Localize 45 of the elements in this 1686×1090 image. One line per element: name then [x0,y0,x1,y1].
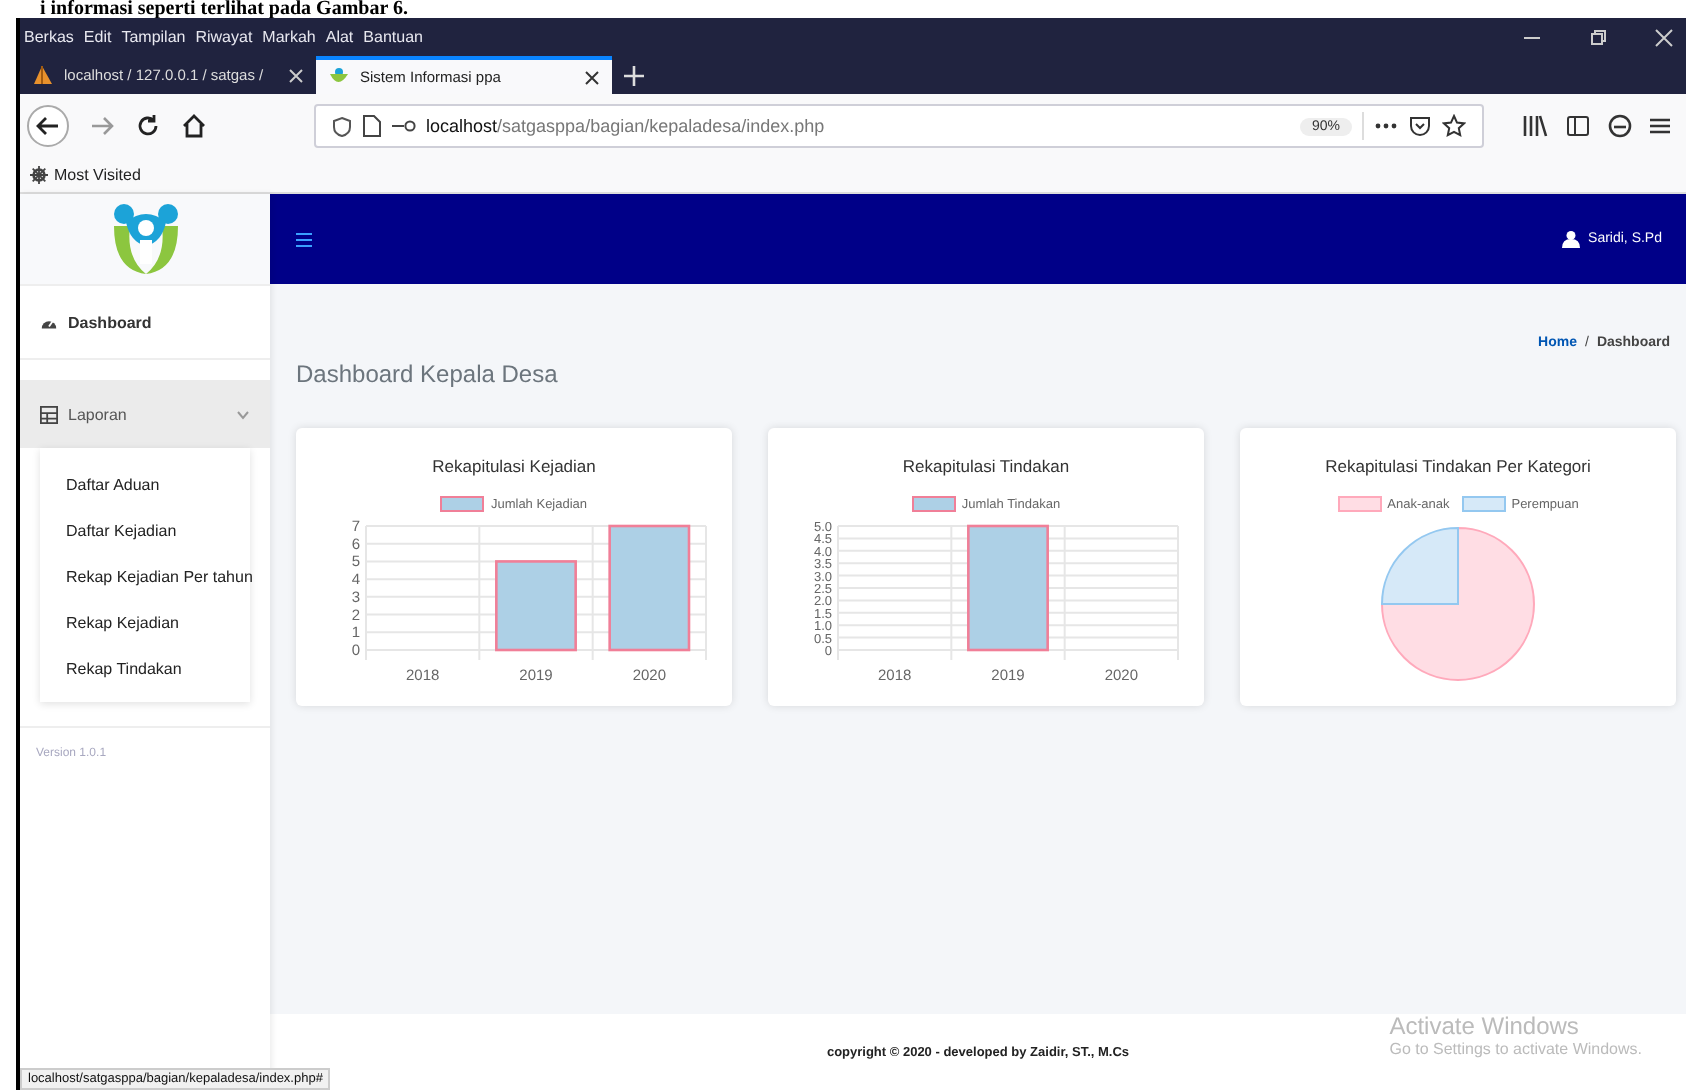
menu-item[interactable]: Berkas [24,28,74,46]
more-icon[interactable] [1374,122,1398,130]
submenu-item[interactable]: Rekap Tindakan [40,646,250,692]
page-icon[interactable] [362,114,382,138]
caption-text: i informasi seperti terlihat pada Gambar 6. [38,0,410,18]
star-icon[interactable] [1442,114,1466,138]
user-icon [1562,230,1581,248]
sail-icon [32,64,54,86]
new-tab-icon[interactable] [624,65,644,85]
site-logo-icon [328,66,350,88]
page-title: Dashboard Kepala Desa [296,360,558,388]
menu-item[interactable]: Edit [83,28,112,46]
home-icon[interactable] [180,112,208,140]
close-icon[interactable] [584,69,600,85]
sidebar-group[interactable]: Laporan [20,380,270,448]
menu-item[interactable]: Riwayat [195,28,253,46]
menu-item[interactable]: Bantuan [363,28,423,46]
activation-text: Go to Settings to activate Windows. [1389,1040,1642,1058]
pocket-icon[interactable] [1408,114,1432,138]
submenu-item[interactable]: Rekap Kejadian [40,600,250,646]
menu-item[interactable]: Tampilan [121,28,186,46]
gear-icon [30,166,48,184]
bookmark-item[interactable]: Most Visited [30,166,141,184]
reload-icon[interactable] [134,112,162,140]
menu-icon[interactable] [1650,116,1670,136]
submenu-item[interactable]: Rekap Kejadian Per tahun [40,554,250,600]
back-icon[interactable] [26,104,70,148]
menu-item[interactable]: Alat [325,28,354,46]
sidebar-icon[interactable] [1566,114,1590,138]
menu-icon[interactable] [296,231,312,247]
activation-title: Activate Windows [1389,1012,1581,1040]
key-icon[interactable] [392,118,416,134]
submenu-item[interactable]: Daftar Aduan [40,462,250,508]
card-title: Rekapitulasi Kejadian [432,456,596,476]
shield-icon[interactable] [332,115,352,137]
library-icon[interactable] [1522,114,1548,138]
account-icon[interactable] [1608,114,1632,138]
menu-item[interactable]: Markah [262,28,316,46]
card-title: Rekapitulasi Tindakan [902,456,1070,476]
forward-icon[interactable] [88,112,116,140]
table-icon [40,405,58,423]
restore-icon[interactable] [1588,27,1608,47]
submenu-item[interactable]: Daftar Kejadian [40,508,250,554]
card-title: Rekapitulasi Tindakan Per Kategori [1325,456,1591,476]
chevron-icon [236,409,250,419]
